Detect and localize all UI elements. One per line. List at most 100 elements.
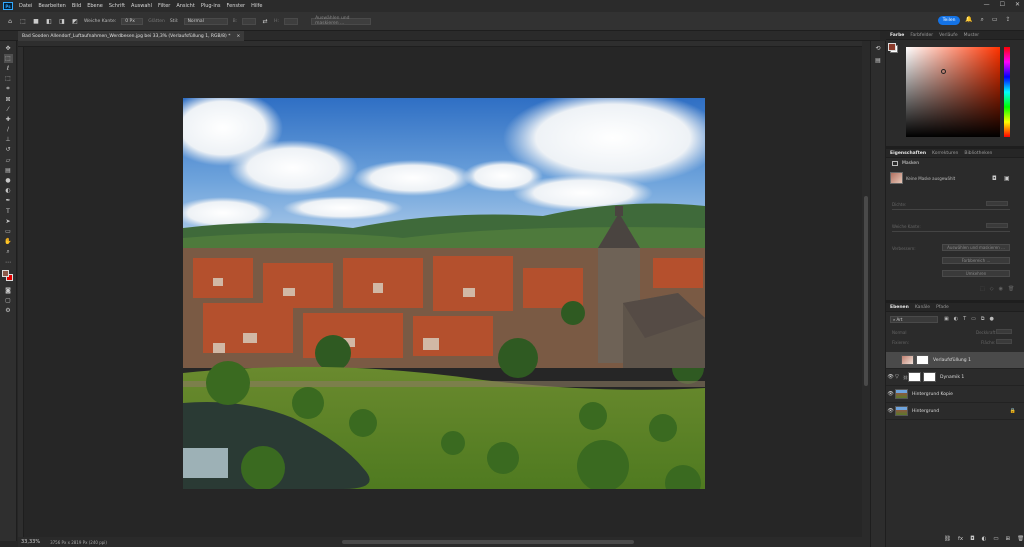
workspace-icon[interactable]: ▭	[992, 16, 998, 24]
delete-mask-icon[interactable]: 🗑	[1008, 286, 1014, 292]
marquee-tool-icon[interactable]: ⬚	[3, 53, 13, 63]
tab-properties[interactable]: Eigenschaften	[890, 151, 926, 156]
object-select-tool-icon[interactable]: ⬚	[4, 74, 13, 83]
layer-row[interactable]: 👁 Hintergrund 🔒	[886, 403, 1024, 420]
layer-style-icon[interactable]: fx	[958, 536, 963, 542]
history-brush-tool-icon[interactable]: ↺	[4, 145, 13, 154]
color-picker-marker[interactable]	[941, 69, 946, 74]
document-tab[interactable]: Bad Sooden Allendorf_Luftaufnahmen_Werdb…	[18, 31, 245, 41]
menu-type[interactable]: Schrift	[106, 3, 128, 9]
quick-mask-icon[interactable]: ◙	[4, 286, 13, 295]
horizontal-scroll-thumb[interactable]	[342, 540, 634, 544]
fg-color-chip[interactable]	[888, 43, 896, 51]
color-swatches[interactable]	[2, 270, 14, 282]
shape-filter-icon[interactable]: ▭	[971, 316, 976, 322]
menu-file[interactable]: Datei	[16, 3, 35, 9]
add-mask-icon[interactable]: ◘	[970, 536, 974, 542]
density-slider[interactable]	[892, 209, 1010, 210]
home-icon[interactable]: ⌂	[6, 17, 14, 25]
style-select[interactable]: Normal	[183, 17, 228, 25]
hand-tool-icon[interactable]: ✋	[4, 237, 13, 246]
brush-tool-icon[interactable]: ∕	[4, 125, 13, 134]
layer-name[interactable]: Dynamik 1	[940, 375, 964, 380]
search-icon[interactable]: ⌕	[980, 16, 983, 24]
share-arrow-icon[interactable]: ⇪	[1006, 16, 1011, 24]
tab-layers[interactable]: Ebenen	[890, 305, 909, 310]
eye-icon[interactable]: 👁	[886, 391, 895, 397]
load-selection-icon[interactable]: ⬚	[980, 286, 985, 292]
feather-prop-input[interactable]	[986, 223, 1008, 228]
select-and-mask-button[interactable]: Auswählen und maskieren ...	[311, 16, 372, 26]
document-image[interactable]	[183, 98, 705, 489]
frame-tool-icon[interactable]: ⊠	[4, 95, 13, 104]
history-panel-icon[interactable]: ⟲	[874, 45, 882, 53]
eye-icon[interactable]: 👁	[886, 374, 895, 380]
add-vector-mask-icon[interactable]: ▣	[1004, 175, 1010, 182]
type-filter-icon[interactable]: T	[963, 316, 966, 322]
layer-name[interactable]: Hintergrund Kopie	[912, 392, 953, 397]
tab-swatches[interactable]: Farbfelder	[910, 33, 933, 38]
notifications-icon[interactable]: 🔔	[965, 16, 972, 24]
height-input[interactable]	[284, 17, 299, 25]
edit-toolbar-icon[interactable]: ⚙	[4, 306, 13, 315]
crop-tool-icon[interactable]: ⌗	[4, 84, 13, 93]
minimize-button[interactable]: —	[984, 1, 990, 8]
width-input[interactable]	[242, 17, 257, 25]
invert-button[interactable]: Umkehren	[942, 270, 1010, 277]
filter-toggle-icon[interactable]: ●	[989, 316, 993, 322]
dodge-tool-icon[interactable]: ◐	[4, 186, 13, 195]
intersect-selection-icon[interactable]: ◩	[71, 17, 79, 25]
blur-tool-icon[interactable]: ●	[4, 176, 13, 185]
blend-mode-select[interactable]: Normal	[892, 330, 906, 335]
new-layer-icon[interactable]: ⊞	[1006, 536, 1011, 542]
eyedropper-tool-icon[interactable]: ⁄	[4, 105, 13, 114]
tab-patterns[interactable]: Muster	[964, 33, 979, 38]
menu-edit[interactable]: Bearbeiten	[35, 3, 68, 9]
subtract-selection-icon[interactable]: ◨	[58, 17, 66, 25]
disable-mask-icon[interactable]: ◉	[999, 286, 1003, 292]
comments-panel-icon[interactable]: ▤	[874, 57, 882, 65]
pen-tool-icon[interactable]: ✒	[4, 196, 13, 205]
menu-filter[interactable]: Filter	[155, 3, 173, 9]
hue-slider[interactable]	[1004, 47, 1010, 137]
shape-tool-icon[interactable]: ▭	[4, 227, 13, 236]
foreground-color-swatch[interactable]	[2, 270, 9, 278]
tab-adjustments[interactable]: Korrekturen	[932, 151, 958, 156]
opacity-input[interactable]	[996, 329, 1012, 334]
share-button[interactable]: Teilen	[938, 16, 960, 25]
link-layers-icon[interactable]: ⛓	[944, 536, 951, 542]
feather-input[interactable]: 0 Px	[121, 17, 144, 25]
apply-mask-icon[interactable]: ◇	[990, 286, 994, 292]
menu-select[interactable]: Auswahl	[128, 3, 155, 9]
close-document-button[interactable]: ×	[236, 34, 240, 39]
swap-dimensions-icon[interactable]: ⇄	[261, 17, 269, 25]
layer-name[interactable]: Verlaufsfüllung 1	[933, 358, 971, 363]
tab-paths[interactable]: Pfade	[936, 305, 949, 310]
add-pixel-mask-icon[interactable]: ◘	[992, 175, 997, 182]
smooth-checkbox[interactable]: Glätten	[148, 19, 165, 24]
tab-color[interactable]: Farbe	[890, 33, 904, 38]
close-window-button[interactable]: ✕	[1015, 1, 1020, 8]
marquee-tool-preset-icon[interactable]: ⬚	[19, 17, 27, 25]
layer-row[interactable]: 👁 ▽ ⛓ Dynamik 1	[886, 369, 1024, 386]
eraser-tool-icon[interactable]: ▱	[4, 156, 13, 165]
add-selection-icon[interactable]: ◧	[45, 17, 53, 25]
layer-name[interactable]: Hintergrund	[912, 409, 939, 414]
document-info[interactable]: 3756 Px x 2819 Px (240 ppi)	[50, 540, 107, 545]
maximize-button[interactable]: ☐	[1000, 1, 1005, 8]
layer-filter-select[interactable]: ⌕ Art	[890, 316, 938, 323]
menu-image[interactable]: Bild	[69, 3, 84, 9]
tab-libraries[interactable]: Bibliotheken	[964, 151, 992, 156]
zoom-level[interactable]: 33,33%	[21, 539, 40, 545]
layer-row[interactable]: Verlaufsfüllung 1	[886, 352, 1024, 369]
adjust-filter-icon[interactable]: ◐	[954, 316, 958, 322]
tab-channels[interactable]: Kanäle	[915, 305, 930, 310]
menu-plugins[interactable]: Plug-ins	[198, 3, 224, 9]
eye-icon[interactable]: 👁	[886, 408, 895, 414]
feather-slider[interactable]	[892, 231, 1010, 232]
menu-window[interactable]: Fenster	[224, 3, 249, 9]
fill-input[interactable]	[996, 339, 1012, 344]
color-field[interactable]	[906, 47, 1000, 137]
smart-filter-icon[interactable]: ⧉	[981, 316, 985, 322]
menu-view[interactable]: Ansicht	[173, 3, 197, 9]
